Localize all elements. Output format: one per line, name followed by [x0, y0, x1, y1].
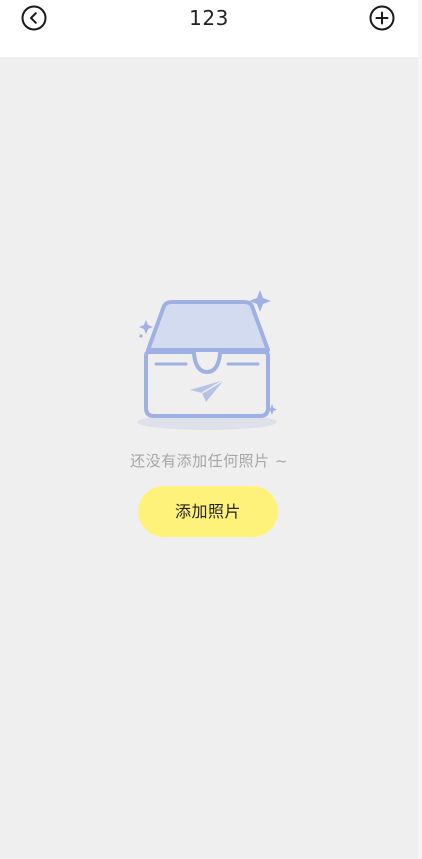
scrollbar-track: [418, 0, 422, 859]
add-button[interactable]: [369, 5, 395, 31]
empty-state-illustration: [132, 290, 282, 432]
add-photo-button[interactable]: 添加照片: [138, 486, 278, 537]
empty-state-message: 还没有添加任何照片 ~: [130, 452, 288, 470]
page-title: 123: [189, 6, 229, 30]
empty-inbox-icon: [137, 290, 277, 430]
top-bar: 123: [0, 0, 418, 57]
plus-circle-icon: [369, 5, 395, 31]
